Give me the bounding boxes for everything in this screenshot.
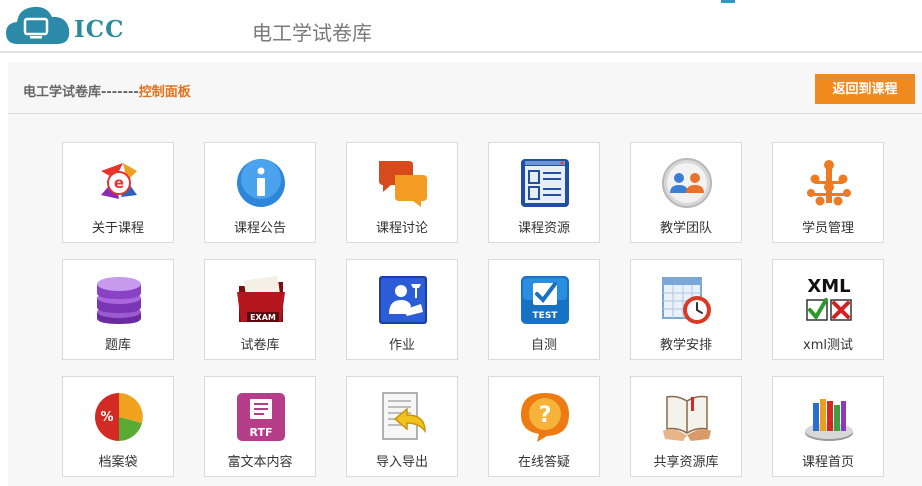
- team-icon: [662, 158, 712, 208]
- tile-label: 关于课程: [91, 221, 144, 236]
- tile-label: 题库: [104, 338, 131, 353]
- breadcrumb-path[interactable]: 电工学试卷库-------: [23, 85, 139, 100]
- import-export-icon: [382, 392, 426, 440]
- tile-course-resources[interactable]: 课程资源: [488, 142, 600, 243]
- svg-text:%: %: [100, 410, 113, 425]
- database-icon: [97, 277, 141, 324]
- schedule-clock-icon: [662, 277, 711, 324]
- svg-text:RTF: RTF: [250, 426, 273, 439]
- tile-question-bank[interactable]: 题库: [62, 259, 174, 360]
- org-tree-icon: [807, 160, 851, 206]
- exam-folder-icon: EXAM: [237, 275, 285, 322]
- breadcrumb: 电工学试卷库-------控制面板: [23, 81, 191, 100]
- tile-label: 学员管理: [801, 221, 854, 236]
- tile-shared-library[interactable]: 共享资源库: [630, 376, 742, 477]
- tile-label: 富文本内容: [227, 455, 293, 470]
- tile-student-management[interactable]: 学员管理: [772, 142, 884, 243]
- tile-label: 作业: [388, 338, 415, 353]
- course-logo-icon: e: [101, 163, 137, 199]
- tile-label: 自测: [530, 338, 557, 353]
- page-title: 电工学试卷库: [252, 21, 372, 45]
- reading-student-icon: [379, 276, 427, 324]
- header: ICC 电工学试卷库: [0, 0, 922, 53]
- xml-check-icon: XML: [806, 276, 852, 321]
- tile-exam-library[interactable]: EXAM 试卷库: [204, 259, 316, 360]
- control-panel: 电工学试卷库-------控制面板 返回到课程 e 关于课程 课程公告 课程讨论…: [8, 62, 922, 486]
- tile-self-test[interactable]: TEST 自测: [488, 259, 600, 360]
- document-list-icon: [521, 159, 569, 207]
- tile-label: 教学安排: [659, 338, 712, 353]
- svg-text:?: ?: [539, 403, 552, 428]
- test-checkbox-icon: TEST: [521, 276, 569, 324]
- top-accent-mark: [721, 0, 735, 3]
- svg-text:EXAM: EXAM: [250, 313, 276, 322]
- tile-label: 共享资源库: [653, 455, 719, 470]
- tile-portfolio[interactable]: % 档案袋: [62, 376, 174, 477]
- svg-text:TEST: TEST: [533, 311, 559, 321]
- tile-course-announcement[interactable]: 课程公告: [204, 142, 316, 243]
- pie-chart-icon: %: [95, 393, 143, 441]
- chat-bubbles-icon: [379, 161, 427, 207]
- tile-teaching-schedule[interactable]: 教学安排: [630, 259, 742, 360]
- tile-xml-test[interactable]: XML xml测试: [772, 259, 884, 360]
- tile-label: 课程讨论: [375, 221, 428, 236]
- cloud-monitor-icon: [6, 6, 70, 44]
- tile-rich-text[interactable]: RTF 富文本内容: [204, 376, 316, 477]
- tile-about-course[interactable]: e 关于课程: [62, 142, 174, 243]
- tile-label: 在线答疑: [517, 455, 570, 470]
- tile-label: 课程公告: [233, 221, 286, 236]
- rtf-file-icon: RTF: [237, 393, 285, 441]
- breadcrumb-current: 控制面板: [138, 85, 191, 100]
- tile-course-discussion[interactable]: 课程讨论: [346, 142, 458, 243]
- svg-text:e: e: [114, 174, 124, 192]
- tile-online-qa[interactable]: ? 在线答疑: [488, 376, 600, 477]
- tile-homework[interactable]: 作业: [346, 259, 458, 360]
- logo-text: ICC: [74, 16, 125, 43]
- tile-label: 课程资源: [517, 221, 570, 236]
- divider: [8, 113, 922, 114]
- tile-course-home[interactable]: 课程首页: [772, 376, 884, 477]
- tile-teaching-team[interactable]: 教学团队: [630, 142, 742, 243]
- tile-label: 试卷库: [240, 338, 280, 353]
- shared-book-icon: [663, 395, 711, 441]
- tile-label: 档案袋: [98, 455, 138, 470]
- tile-import-export[interactable]: 导入导出: [346, 376, 458, 477]
- question-bubble-icon: ?: [521, 393, 569, 442]
- svg-text:XML: XML: [807, 276, 850, 297]
- home-books-icon: [805, 399, 853, 441]
- icc-logo[interactable]: ICC: [4, 2, 128, 46]
- tile-label: 教学团队: [659, 221, 712, 236]
- tile-label: 课程首页: [801, 455, 854, 470]
- tile-label: xml测试: [803, 338, 853, 353]
- tile-label: 导入导出: [375, 455, 428, 470]
- info-icon: [237, 159, 285, 207]
- back-to-course-button[interactable]: 返回到课程: [815, 74, 915, 104]
